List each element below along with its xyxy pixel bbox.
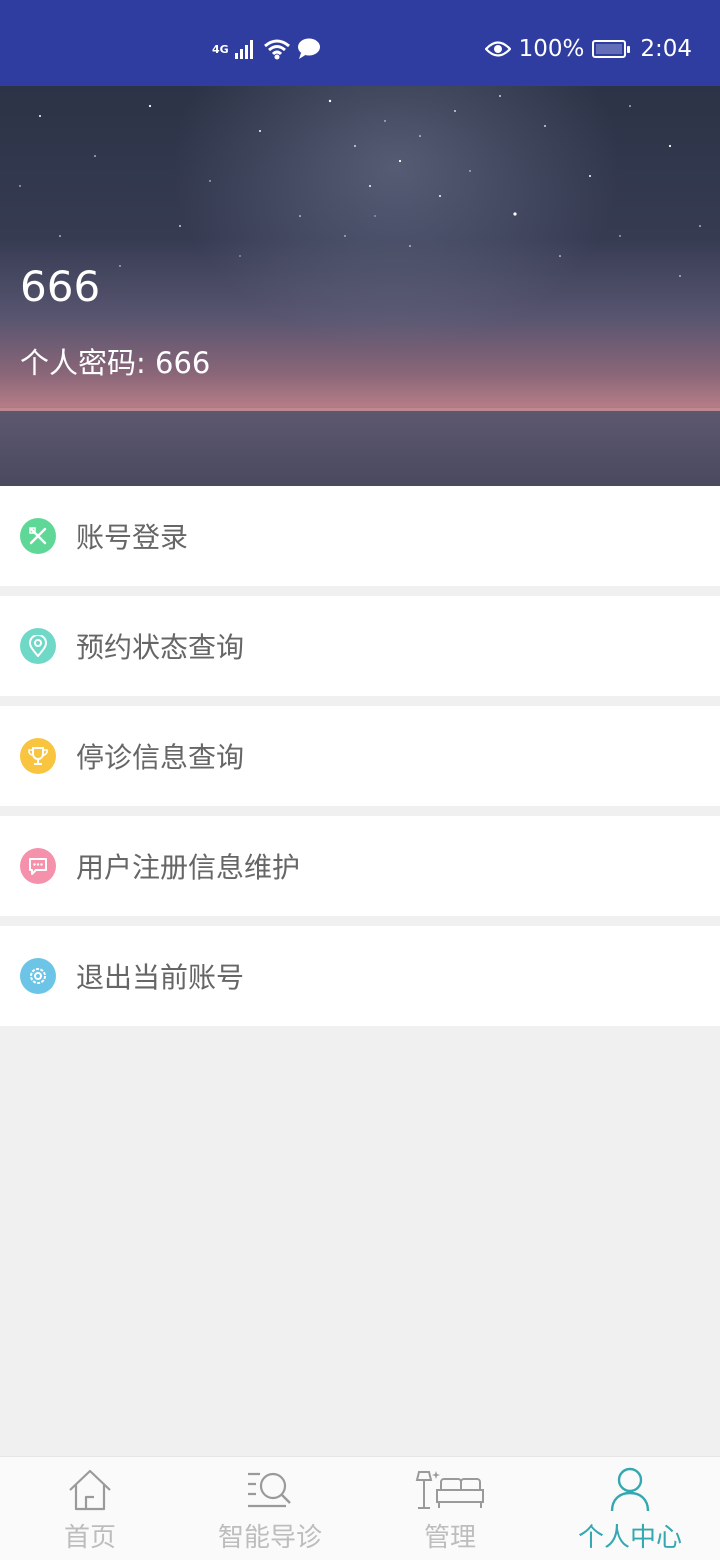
search-list-icon: [246, 1467, 294, 1513]
battery-percent: 100%: [518, 36, 585, 62]
tab-label: 个人中心: [577, 1523, 682, 1553]
tab-home[interactable]: 首页: [0, 1457, 180, 1560]
sea-background: [0, 411, 720, 486]
pencil-ruler-icon: [20, 518, 56, 554]
tab-label: 智能导诊: [217, 1523, 322, 1553]
location-pin-icon: [20, 628, 56, 664]
gear-icon: [20, 958, 56, 994]
menu-item-label: 退出当前账号: [76, 961, 245, 994]
chat-bubble-icon: [20, 848, 56, 884]
tab-label: 管理: [423, 1523, 476, 1553]
status-right-icons: 100% 2:04: [484, 36, 692, 62]
menu-item-appointment-status[interactable]: 预约状态查询: [0, 596, 720, 696]
tab-smart-guide[interactable]: 智能导诊: [180, 1457, 360, 1560]
trophy-icon: [20, 738, 56, 774]
signal-icon: [234, 40, 253, 59]
tab-label: 首页: [63, 1523, 116, 1553]
menu-list: 账号登录 预约状态查询 停诊信息查询 用户注册信息维护 退出当前账号: [0, 486, 720, 1036]
menu-item-label: 用户注册信息维护: [76, 851, 301, 884]
bottom-tab-bar: 首页 智能导诊 管理 个人中心: [0, 1456, 720, 1560]
wifi-icon: [263, 39, 290, 60]
user-name: 666: [20, 262, 101, 311]
menu-item-label: 预约状态查询: [76, 631, 245, 664]
battery-icon: [592, 40, 631, 58]
network-type: 4G: [212, 42, 229, 56]
tab-personal-center[interactable]: 个人中心: [540, 1457, 720, 1560]
message-icon: [297, 38, 320, 59]
status-bar: 4G 100% 2:04: [0, 0, 720, 86]
menu-item-label: 停诊信息查询: [76, 741, 245, 774]
menu-item-logout[interactable]: 退出当前账号: [0, 926, 720, 1026]
tab-management[interactable]: 管理: [360, 1457, 540, 1560]
furniture-icon: [413, 1467, 487, 1513]
menu-item-registration-maintenance[interactable]: 用户注册信息维护: [0, 816, 720, 916]
home-icon: [66, 1467, 114, 1513]
menu-item-account-login[interactable]: 账号登录: [0, 486, 720, 586]
eye-icon: [484, 41, 511, 57]
profile-header: 666 个人密码: 666: [0, 86, 720, 486]
clock: 2:04: [640, 36, 692, 62]
menu-item-suspension-info[interactable]: 停诊信息查询: [0, 706, 720, 806]
person-icon: [606, 1467, 654, 1513]
status-left-icons: 4G: [212, 38, 321, 60]
menu-item-label: 账号登录: [76, 521, 189, 554]
user-password: 个人密码: 666: [20, 346, 211, 380]
